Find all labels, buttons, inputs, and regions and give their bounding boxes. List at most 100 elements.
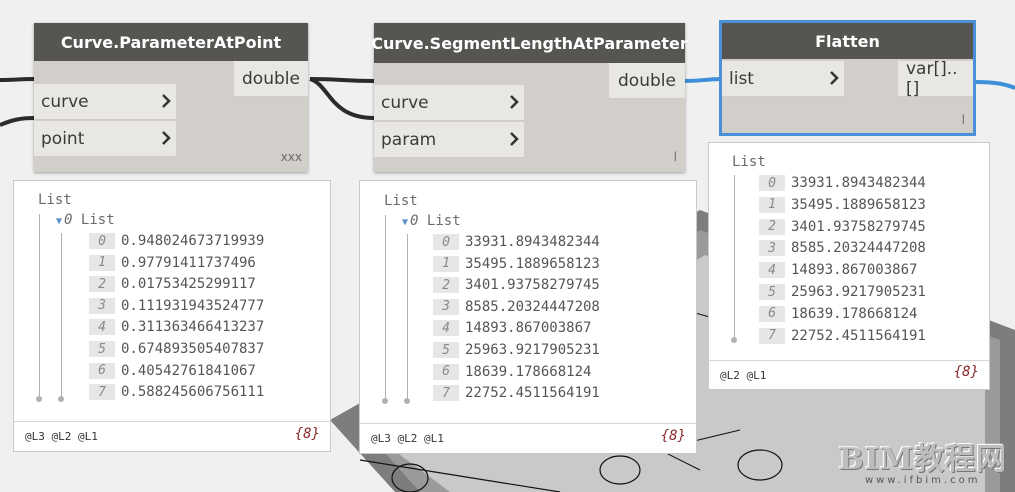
list-item-index: 5 <box>89 341 115 357</box>
preview-bubble-parameter-at-point[interactable]: List ▼ 0 List 0 0.948024673719939 1 0.977914… <box>13 180 331 452</box>
list-item-index: 4 <box>759 262 785 279</box>
node-title[interactable]: Curve.SegmentLengthAtParameter <box>371 23 688 63</box>
node-flatten[interactable]: Flatten list var[]..[] l <box>719 20 976 136</box>
output-port-double[interactable]: double <box>234 61 308 97</box>
list-item-value: 3401.93758279745 <box>791 218 926 235</box>
list-item-value: 22752.4511564191 <box>465 385 600 402</box>
watermark-title: BIM教程网 <box>838 442 1007 477</box>
list-item-value: 3401.93758279745 <box>465 277 600 294</box>
list-item[interactable]: 2 3401.93758279745 <box>433 275 600 295</box>
list-item-value: 0.97791411737496 <box>121 254 256 271</box>
output-port-double[interactable]: double <box>609 63 685 99</box>
port-label: param <box>381 129 437 150</box>
list-item-value: 18639.178668124 <box>465 363 592 380</box>
list-item[interactable]: 0 33931.8943482344 <box>759 173 926 193</box>
preview-footer: @L3 @L2 @L1 {8} <box>360 423 696 453</box>
input-port-point[interactable]: point <box>34 121 176 157</box>
list-item[interactable]: 0 0.948024673719939 <box>89 231 264 251</box>
list-item[interactable]: 4 14893.867003867 <box>433 318 591 338</box>
list-item-index: 2 <box>759 218 785 235</box>
node-title[interactable]: Flatten <box>722 23 973 59</box>
list-item[interactable]: 4 14893.867003867 <box>759 260 917 280</box>
list-item-index: 6 <box>89 362 115 379</box>
list-item[interactable]: 1 35495.1889658123 <box>433 254 600 274</box>
list-expand-triangle-icon[interactable]: ▼ <box>402 217 408 228</box>
list-item-index: 1 <box>759 196 785 213</box>
input-port-list[interactable]: list <box>722 61 844 97</box>
list-item[interactable]: 3 0.111931943524777 <box>89 296 264 316</box>
list-item[interactable]: 3 8585.20324447208 <box>759 238 926 258</box>
list-item[interactable]: 7 0.588245606756111 <box>89 382 264 402</box>
preview-root-label: List <box>732 154 766 170</box>
lacing-indicator[interactable]: l <box>674 150 677 164</box>
list-item-index: 7 <box>759 327 785 344</box>
port-label: double <box>242 68 300 89</box>
list-item[interactable]: 1 35495.1889658123 <box>759 195 926 215</box>
tree-guide-line <box>734 175 735 339</box>
chevron-right-icon <box>162 94 171 108</box>
list-expand-triangle-icon[interactable]: ▼ <box>56 216 62 227</box>
list-item-index: 4 <box>89 319 115 336</box>
preview-sublist-header[interactable]: ▼ 0 List <box>56 212 115 228</box>
list-item-value: 0.588245606756111 <box>121 384 265 401</box>
list-item[interactable]: 7 22752.4511564191 <box>759 326 926 346</box>
list-item[interactable]: 5 0.674893505407837 <box>89 339 264 359</box>
list-item[interactable]: 1 0.97791411737496 <box>89 253 256 273</box>
list-item-value: 0.111931943524777 <box>121 297 265 314</box>
port-label: list <box>729 68 754 89</box>
tree-guide-line <box>61 233 62 399</box>
preview-bubble-segment-length[interactable]: List ▼ 0 List 0 33931.8943482344 1 35495.188… <box>359 180 697 454</box>
chevron-right-icon <box>510 95 519 109</box>
chevron-right-icon <box>162 131 171 145</box>
preview-sublist-header[interactable]: ▼ 0 List <box>402 213 461 229</box>
item-count: {8} <box>953 364 979 380</box>
input-port-curve[interactable]: curve <box>374 85 524 121</box>
list-item[interactable]: 3 8585.20324447208 <box>433 297 600 317</box>
tree-guide-line <box>385 215 386 401</box>
node-curve-segment-length-at-parameter[interactable]: Curve.SegmentLengthAtParameter curve par… <box>371 23 688 172</box>
preview-root-label: List <box>384 193 418 209</box>
list-levels[interactable]: @L2 @L1 <box>720 369 766 382</box>
tree-guide-dot <box>36 396 42 402</box>
tree-guide-line <box>39 214 40 399</box>
list-item-value: 25963.9217905231 <box>465 342 600 358</box>
tree-guide-dot <box>404 398 410 404</box>
list-item-index: 0 <box>433 234 459 250</box>
list-item-index: 1 <box>89 254 115 271</box>
list-item[interactable]: 5 25963.9217905231 <box>433 340 600 360</box>
list-levels[interactable]: @L3 @L2 @L1 <box>25 430 98 443</box>
list-item-index: 5 <box>759 284 785 300</box>
preview-bubble-flatten[interactable]: List 0 33931.8943482344 1 35495.1889658123 2… <box>708 142 990 390</box>
output-port-var[interactable]: var[]..[] <box>898 58 973 99</box>
port-label: var[]..[] <box>906 58 958 99</box>
list-item-index: 3 <box>89 297 115 314</box>
list-item[interactable]: 6 18639.178668124 <box>759 304 917 324</box>
input-port-param[interactable]: param <box>374 122 524 158</box>
list-item[interactable]: 4 0.311363466413237 <box>89 317 264 337</box>
node-curve-parameter-at-point[interactable]: Curve.ParameterAtPoint curve point doubl… <box>34 23 308 172</box>
list-item-value: 0.01753425299117 <box>121 276 256 293</box>
preview-footer: @L2 @L1 {8} <box>709 360 989 389</box>
lacing-indicator[interactable]: l <box>962 113 965 127</box>
list-item-value: 0.40542761841067 <box>121 362 256 379</box>
list-item-index: 4 <box>433 320 459 337</box>
list-item[interactable]: 6 18639.178668124 <box>433 362 591 382</box>
list-item-index: 7 <box>433 385 459 402</box>
list-item[interactable]: 2 3401.93758279745 <box>759 217 926 237</box>
list-item[interactable]: 2 0.01753425299117 <box>89 274 256 294</box>
list-item[interactable]: 0 33931.8943482344 <box>433 232 600 252</box>
list-item-value: 14893.867003867 <box>791 262 918 279</box>
port-label: curve <box>381 92 429 113</box>
list-item[interactable]: 6 0.40542761841067 <box>89 361 256 381</box>
input-port-curve[interactable]: curve <box>34 84 176 120</box>
list-item-value: 33931.8943482344 <box>791 175 926 191</box>
lacing-indicator[interactable]: xxx <box>281 150 302 164</box>
node-title[interactable]: Curve.ParameterAtPoint <box>34 23 308 61</box>
tree-guide-line <box>407 234 408 401</box>
tree-guide-dot <box>58 396 64 402</box>
port-label: point <box>41 128 85 149</box>
list-item-value: 8585.20324447208 <box>465 298 600 315</box>
list-levels[interactable]: @L3 @L2 @L1 <box>371 432 444 445</box>
list-item[interactable]: 7 22752.4511564191 <box>433 383 600 403</box>
list-item[interactable]: 5 25963.9217905231 <box>759 282 926 302</box>
